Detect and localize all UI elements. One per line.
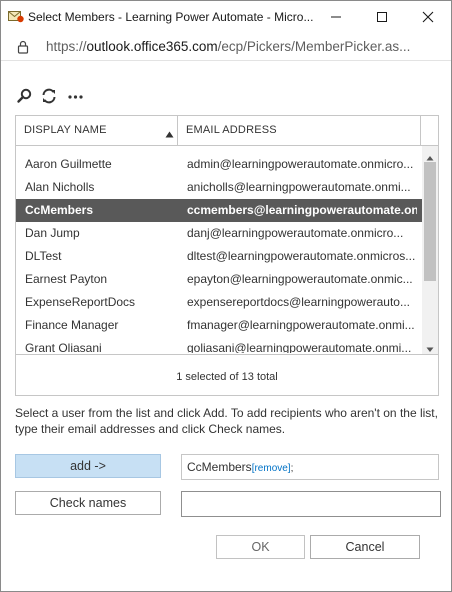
list-item[interactable]: Earnest Payton epayton@learningpowerautom… bbox=[16, 268, 422, 291]
member-email-address: epayton@learningpowerautomate.onmic... bbox=[187, 272, 413, 286]
recipient-name: CcMembers bbox=[187, 460, 252, 474]
member-display-name: Alan Nicholls bbox=[25, 180, 95, 194]
list-item[interactable]: Dan Jump danj@learningpowerautomate.onmic… bbox=[16, 222, 422, 245]
sort-ascending-icon bbox=[165, 127, 174, 141]
check-names-button[interactable]: Check names bbox=[15, 491, 161, 515]
window-title: Select Members - Learning Power Automate… bbox=[28, 10, 314, 24]
close-button[interactable] bbox=[405, 1, 451, 32]
list-item[interactable]: Grant Oliasani goliasani@learningpoweraut… bbox=[16, 337, 422, 353]
remove-recipient-link[interactable]: [remove] bbox=[252, 463, 291, 474]
ok-button[interactable]: OK bbox=[216, 535, 305, 559]
vertical-scrollbar[interactable] bbox=[422, 146, 438, 354]
member-email-address: expensereportdocs@learningpowerauto... bbox=[187, 295, 410, 309]
member-email-address: danj@learningpowerautomate.onmicro... bbox=[187, 226, 404, 240]
list-item[interactable]: DLTest dltest@learningpowerautomate.onmic… bbox=[16, 245, 422, 268]
add-button[interactable]: add -> bbox=[15, 454, 161, 478]
member-email-address: admin@learningpowerautomate.onmicro... bbox=[187, 157, 414, 171]
member-email-address: goliasani@learningpowerautomate.onmi... bbox=[187, 341, 412, 353]
member-email-address: fmanager@learningpowerautomate.onmi... bbox=[187, 318, 415, 332]
title-bar[interactable]: Select Members - Learning Power Automate… bbox=[1, 1, 451, 32]
selected-recipients-field[interactable]: CcMembers[remove]; bbox=[181, 454, 439, 480]
recipient-separator: ; bbox=[290, 463, 294, 474]
member-display-name: DLTest bbox=[25, 249, 62, 263]
more-icon[interactable] bbox=[67, 87, 85, 105]
column-header-display-name[interactable]: DISPLAY NAME bbox=[16, 116, 178, 145]
member-display-name: ExpenseReportDocs bbox=[25, 295, 136, 309]
scrollbar-thumb[interactable] bbox=[424, 162, 436, 281]
member-display-name: CcMembers bbox=[25, 203, 94, 217]
selection-status: 1 selected of 13 total bbox=[176, 371, 278, 383]
minimize-button[interactable] bbox=[313, 1, 359, 32]
member-email-address: anicholls@learningpowerautomate.onmi... bbox=[187, 180, 411, 194]
select-members-dialog: Select Members - Learning Power Automate… bbox=[0, 0, 452, 592]
column-header-email-address[interactable]: EMAIL ADDRESS bbox=[178, 116, 421, 145]
list-rows: Aaron Guilmette admin@learningpowerautoma… bbox=[16, 153, 422, 353]
member-display-name: Aaron Guilmette bbox=[25, 157, 112, 171]
list-item[interactable]: Alan Nicholls anicholls@learningpowerauto… bbox=[16, 176, 422, 199]
instructions-text: Select a user from the list and click Ad… bbox=[15, 406, 438, 436]
lock-icon bbox=[17, 40, 29, 57]
list-item[interactable]: Finance Manager fmanager@learningpoweraut… bbox=[16, 314, 422, 337]
list-item[interactable]: ExpenseReportDocs expensereportdocs@learn… bbox=[16, 291, 422, 314]
mail-icon bbox=[8, 9, 24, 23]
url-text: https://outlook.office365.com/ecp/Picker… bbox=[46, 39, 411, 54]
member-email-address: ccmembers@learningpowerautomate.on... bbox=[187, 203, 417, 217]
search-icon[interactable] bbox=[16, 87, 34, 105]
member-display-name: Finance Manager bbox=[25, 318, 119, 332]
address-bar[interactable]: https://outlook.office365.com/ecp/Picker… bbox=[1, 32, 451, 61]
cancel-button[interactable]: Cancel bbox=[310, 535, 420, 559]
member-email-address: dltest@learningpowerautomate.onmicros... bbox=[187, 249, 416, 263]
email-address-input[interactable] bbox=[181, 491, 441, 517]
list-footer: 1 selected of 13 total bbox=[16, 354, 438, 395]
list-item[interactable]: Aaron Guilmette admin@learningpowerautoma… bbox=[16, 153, 422, 176]
maximize-button[interactable] bbox=[359, 1, 405, 32]
member-display-name: Earnest Payton bbox=[25, 272, 108, 286]
member-display-name: Grant Oliasani bbox=[25, 341, 102, 353]
members-list: DISPLAY NAME EMAIL ADDRESS Aaron Guilmet… bbox=[15, 115, 439, 396]
member-display-name: Dan Jump bbox=[25, 226, 80, 240]
list-item[interactable]: CcMembers ccmembers@learningpowerautomate… bbox=[16, 199, 422, 222]
list-header: DISPLAY NAME EMAIL ADDRESS bbox=[16, 116, 438, 146]
refresh-icon[interactable] bbox=[40, 87, 58, 105]
